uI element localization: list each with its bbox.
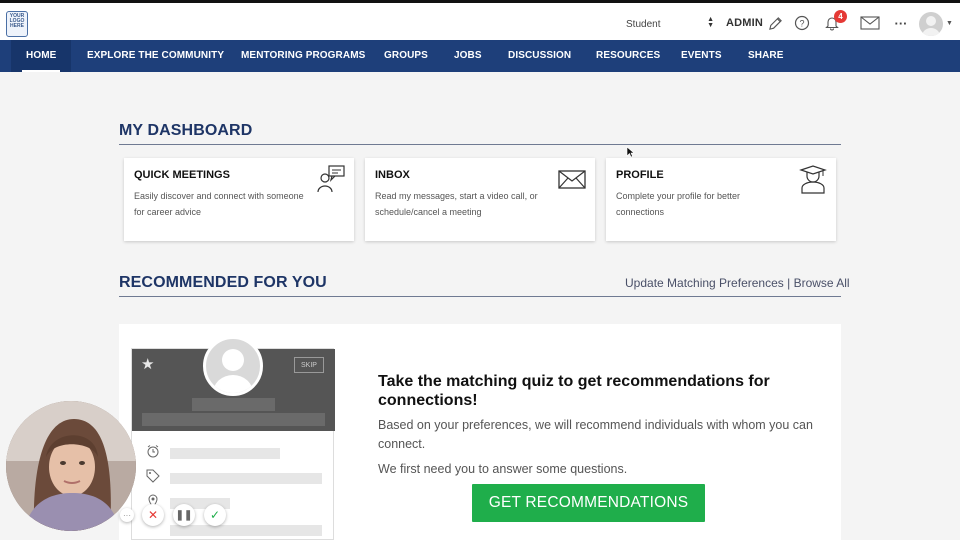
placeholder-bar — [170, 448, 280, 459]
recommended-title: RECOMMENDED FOR YOU — [119, 274, 327, 291]
quiz-description: Based on your preferences, we will recom… — [378, 418, 813, 451]
nav-groups[interactable]: GROUPS — [384, 40, 428, 72]
dashboard-divider — [119, 144, 841, 145]
star-icon: ★ — [141, 356, 155, 373]
edit-pencil-icon[interactable] — [766, 14, 784, 32]
links-separator: | — [787, 276, 791, 290]
skip-label: SKIP — [294, 357, 324, 373]
user-avatar[interactable] — [919, 12, 943, 36]
help-icon[interactable]: ? — [793, 14, 811, 32]
top-bar: YOUR LOGO HERE Student ▲ ▼ ADMIN ? 4 ··· … — [0, 0, 960, 40]
card-quick-meetings[interactable]: QUICK MEETINGS Easily discover and conne… — [124, 158, 354, 241]
chevron-down-icon[interactable]: ▼ — [946, 20, 953, 27]
alarm-clock-icon — [146, 444, 160, 458]
recommended-divider — [119, 296, 841, 297]
card-description: Complete your profile for better connect… — [616, 191, 741, 217]
role-select[interactable]: Student ▲ ▼ — [618, 13, 718, 35]
main-nav: HOME EXPLORE THE COMMUNITY MENTORING PRO… — [0, 40, 960, 72]
card-description: Read my messages, start a video call, or… — [375, 191, 538, 217]
nav-explore-community[interactable]: EXPLORE THE COMMUNITY — [87, 40, 224, 72]
recommended-links: Update Matching Preferences | Browse All — [625, 276, 850, 290]
mail-icon[interactable] — [859, 14, 881, 32]
update-preferences-link[interactable]: Update Matching Preferences — [625, 276, 784, 290]
webcam-overlay[interactable] — [6, 401, 136, 531]
mouse-cursor-icon — [626, 145, 635, 163]
logo[interactable]: YOUR LOGO HERE — [6, 11, 28, 37]
profile-avatar — [203, 336, 263, 396]
nav-mentoring-programs[interactable]: MENTORING PROGRAMS — [241, 40, 365, 72]
quiz-instruction: We first need you to answer some questio… — [378, 462, 628, 476]
nav-events[interactable]: EVENTS — [681, 40, 722, 72]
quiz-title: Take the matching quiz to get recommenda… — [378, 373, 770, 409]
more-options-icon[interactable]: ··· — [120, 508, 134, 522]
nav-discussion[interactable]: DISCUSSION — [508, 40, 571, 72]
dashboard-title: MY DASHBOARD — [119, 122, 253, 139]
card-description: Easily discover and connect with someone… — [134, 191, 304, 217]
notification-badge: 4 — [834, 10, 847, 23]
check-icon[interactable]: ✓ — [204, 504, 226, 526]
card-inbox[interactable]: INBOX Read my messages, start a video ca… — [365, 158, 595, 241]
close-icon[interactable]: ✕ — [142, 504, 164, 526]
graduate-icon — [798, 164, 828, 194]
recording-controls: ··· ✕ ❚❚ ✓ — [120, 503, 235, 527]
more-icon[interactable]: ··· — [892, 14, 910, 32]
nav-resources[interactable]: RESOURCES — [596, 40, 660, 72]
role-select-value: Student — [626, 18, 661, 30]
tag-icon — [146, 469, 160, 483]
placeholder-bar — [170, 473, 322, 484]
meeting-icon — [316, 164, 346, 194]
admin-link[interactable]: ADMIN — [726, 17, 763, 29]
browse-all-link[interactable]: Browse All — [794, 276, 850, 290]
nav-home[interactable]: HOME — [21, 40, 61, 72]
card-profile[interactable]: PROFILE Complete your profile for better… — [606, 158, 836, 241]
card-title: INBOX — [375, 169, 410, 181]
nav-jobs[interactable]: JOBS — [454, 40, 482, 72]
card-title: PROFILE — [616, 169, 664, 181]
placeholder-bar — [142, 413, 325, 426]
envelope-icon — [557, 164, 587, 194]
svg-text:?: ? — [799, 19, 804, 29]
get-recommendations-button[interactable]: GET RECOMMENDATIONS — [472, 484, 705, 522]
nav-share[interactable]: SHARE — [748, 40, 784, 72]
placeholder-bar — [192, 398, 275, 411]
card-title: QUICK MEETINGS — [134, 169, 230, 181]
select-arrows-icon: ▲ ▼ — [707, 16, 714, 29]
pause-icon[interactable]: ❚❚ — [173, 504, 195, 526]
